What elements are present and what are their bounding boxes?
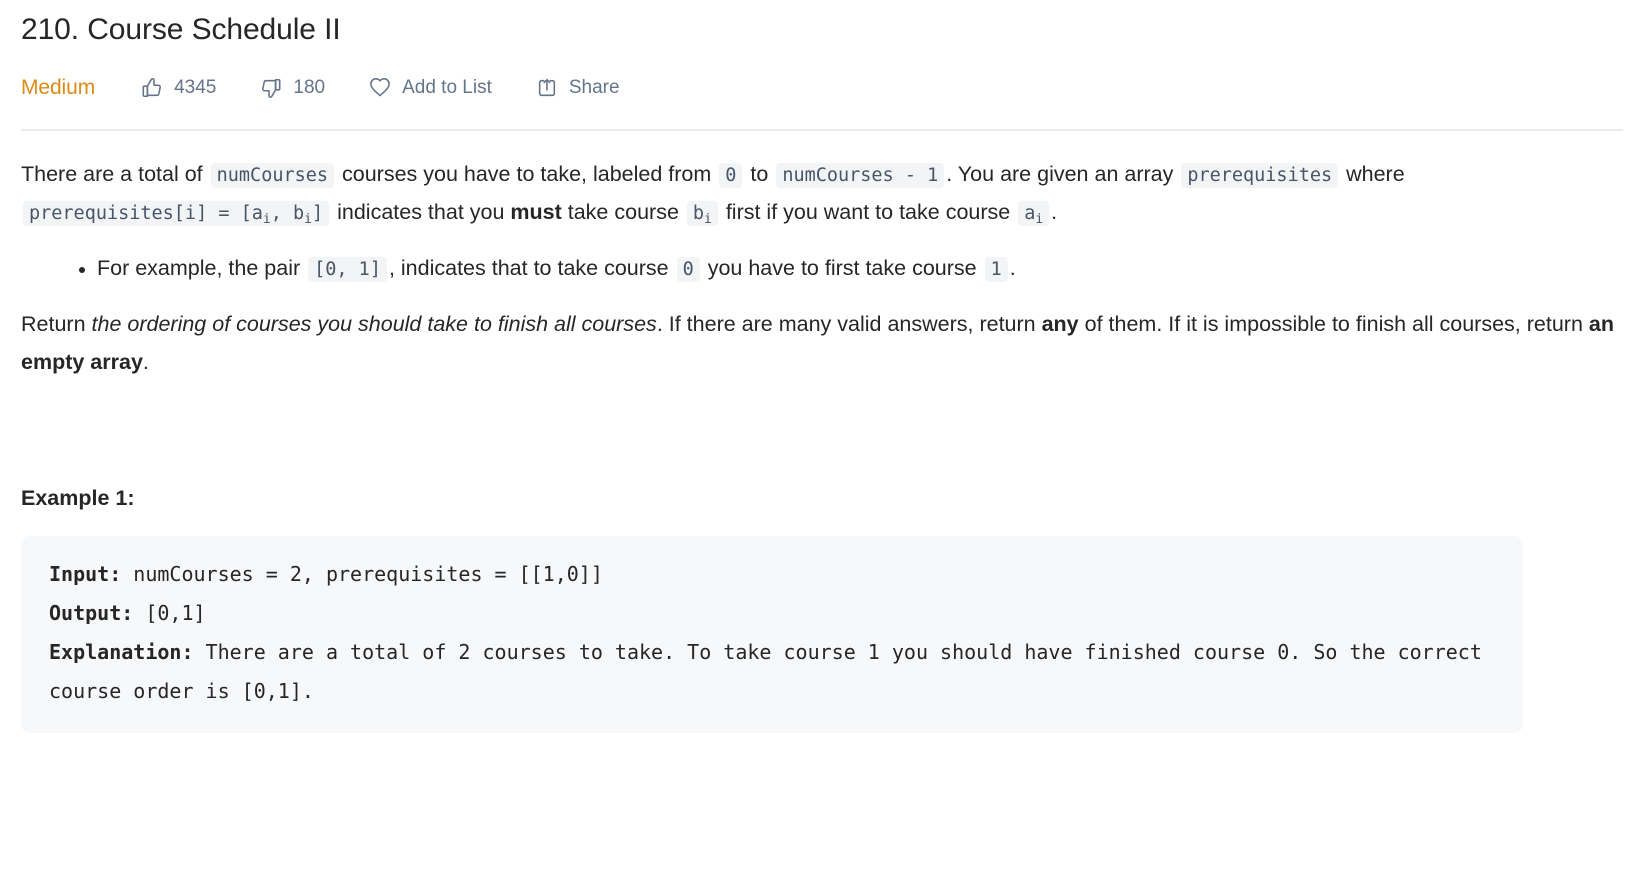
share-button[interactable]: Share — [536, 77, 620, 99]
text-fragment: . If there are many valid answers, retur… — [656, 311, 1042, 336]
text-fragment: courses you have to take, labeled from — [336, 162, 718, 186]
example-content: Input: numCourses = 2, prerequisites = [… — [49, 555, 1495, 711]
text-fragment: . You are given an array — [946, 162, 1180, 186]
text-fragment: you have to first take course — [701, 255, 983, 280]
example-code-block: Input: numCourses = 2, prerequisites = [… — [21, 536, 1523, 734]
code-bi: bi — [686, 201, 718, 228]
difficulty-badge: Medium — [21, 76, 96, 99]
code-numcourses: numCourses — [210, 163, 335, 188]
heart-icon — [369, 77, 391, 99]
code-part: ] — [311, 203, 324, 225]
text-fragment: where — [1340, 162, 1405, 186]
share-icon — [536, 77, 558, 99]
code-numcourses-minus-1: numCourses - 1 — [776, 163, 945, 188]
code-part: a — [1024, 203, 1036, 225]
example-heading: Example 1: — [21, 486, 135, 511]
thumbs-down-icon — [260, 77, 282, 99]
list-item: For example, the pair [0, 1], indicates … — [97, 249, 1623, 287]
subscript-i: i — [262, 212, 271, 228]
code-zero: 0 — [676, 256, 700, 282]
description-paragraph-1: There are a total of numCourses courses … — [21, 155, 1623, 232]
explanation-value: There are a total of 2 courses to take. … — [49, 640, 1494, 704]
text-fragment: For example, the pair — [97, 255, 307, 280]
text-fragment: first if you want to take course — [719, 200, 1017, 225]
text-fragment: Return — [21, 311, 92, 336]
input-value: numCourses = 2, prerequisites = [[1,0]] — [121, 562, 603, 587]
problem-page: 210. Course Schedule II Medium 4345 180 … — [0, 0, 1644, 734]
code-ai: ai — [1018, 201, 1050, 228]
add-to-list-label: Add to List — [402, 77, 492, 98]
action-bar: Medium 4345 180 Add to List Share — [21, 71, 1623, 105]
share-label: Share — [568, 77, 620, 98]
code-one: 1 — [984, 256, 1008, 282]
like-count: 4345 — [174, 77, 217, 98]
header-divider — [21, 129, 1623, 131]
text-fragment: to — [744, 162, 775, 186]
add-to-list-button[interactable]: Add to List — [369, 77, 492, 99]
text-fragment: , indicates that to take course — [388, 255, 675, 280]
problem-description: There are a total of numCourses courses … — [21, 155, 1623, 381]
description-paragraph-2: Return the ordering of courses you shoul… — [21, 305, 1623, 382]
code-part: prerequisites[i] = [a — [29, 203, 263, 225]
text-fragment: of them. If it is impossible to finish a… — [1078, 311, 1589, 336]
example-bullet-list: For example, the pair [0, 1], indicates … — [21, 249, 1623, 287]
code-pair-0-1: [0, 1] — [308, 256, 387, 282]
output-label: Output: — [49, 601, 134, 626]
italic-ordering-phrase: the ordering of courses you should take … — [91, 311, 657, 336]
text-fragment: take course — [561, 200, 685, 225]
text-fragment: . — [1051, 200, 1058, 225]
subscript-i: i — [704, 212, 712, 228]
dislike-count: 180 — [293, 77, 326, 98]
code-prerequisites: prerequisites — [1181, 163, 1339, 188]
text-fragment: . — [1009, 255, 1016, 280]
code-prerequisites-pair: prerequisites[i] = [ai, bi] — [23, 201, 330, 228]
subscript-i: i — [304, 212, 312, 228]
dislike-button[interactable]: 180 — [260, 77, 325, 99]
page-title: 210. Course Schedule II — [21, 13, 341, 46]
text-fragment: . — [142, 350, 149, 375]
thumbs-up-icon — [141, 77, 163, 99]
code-part: b — [692, 203, 705, 225]
text-fragment: indicates that you — [331, 200, 511, 225]
like-button[interactable]: 4345 — [141, 77, 216, 99]
emphasis-must: must — [510, 200, 562, 225]
code-zero: 0 — [719, 163, 743, 188]
code-part: , b — [270, 203, 305, 225]
emphasis-any: any — [1041, 311, 1079, 336]
input-label: Input: — [49, 562, 122, 587]
explanation-label: Explanation: — [49, 640, 194, 665]
subscript-i: i — [1035, 212, 1044, 228]
text-fragment: There are a total of — [21, 162, 209, 186]
output-value: [0,1] — [133, 601, 206, 626]
